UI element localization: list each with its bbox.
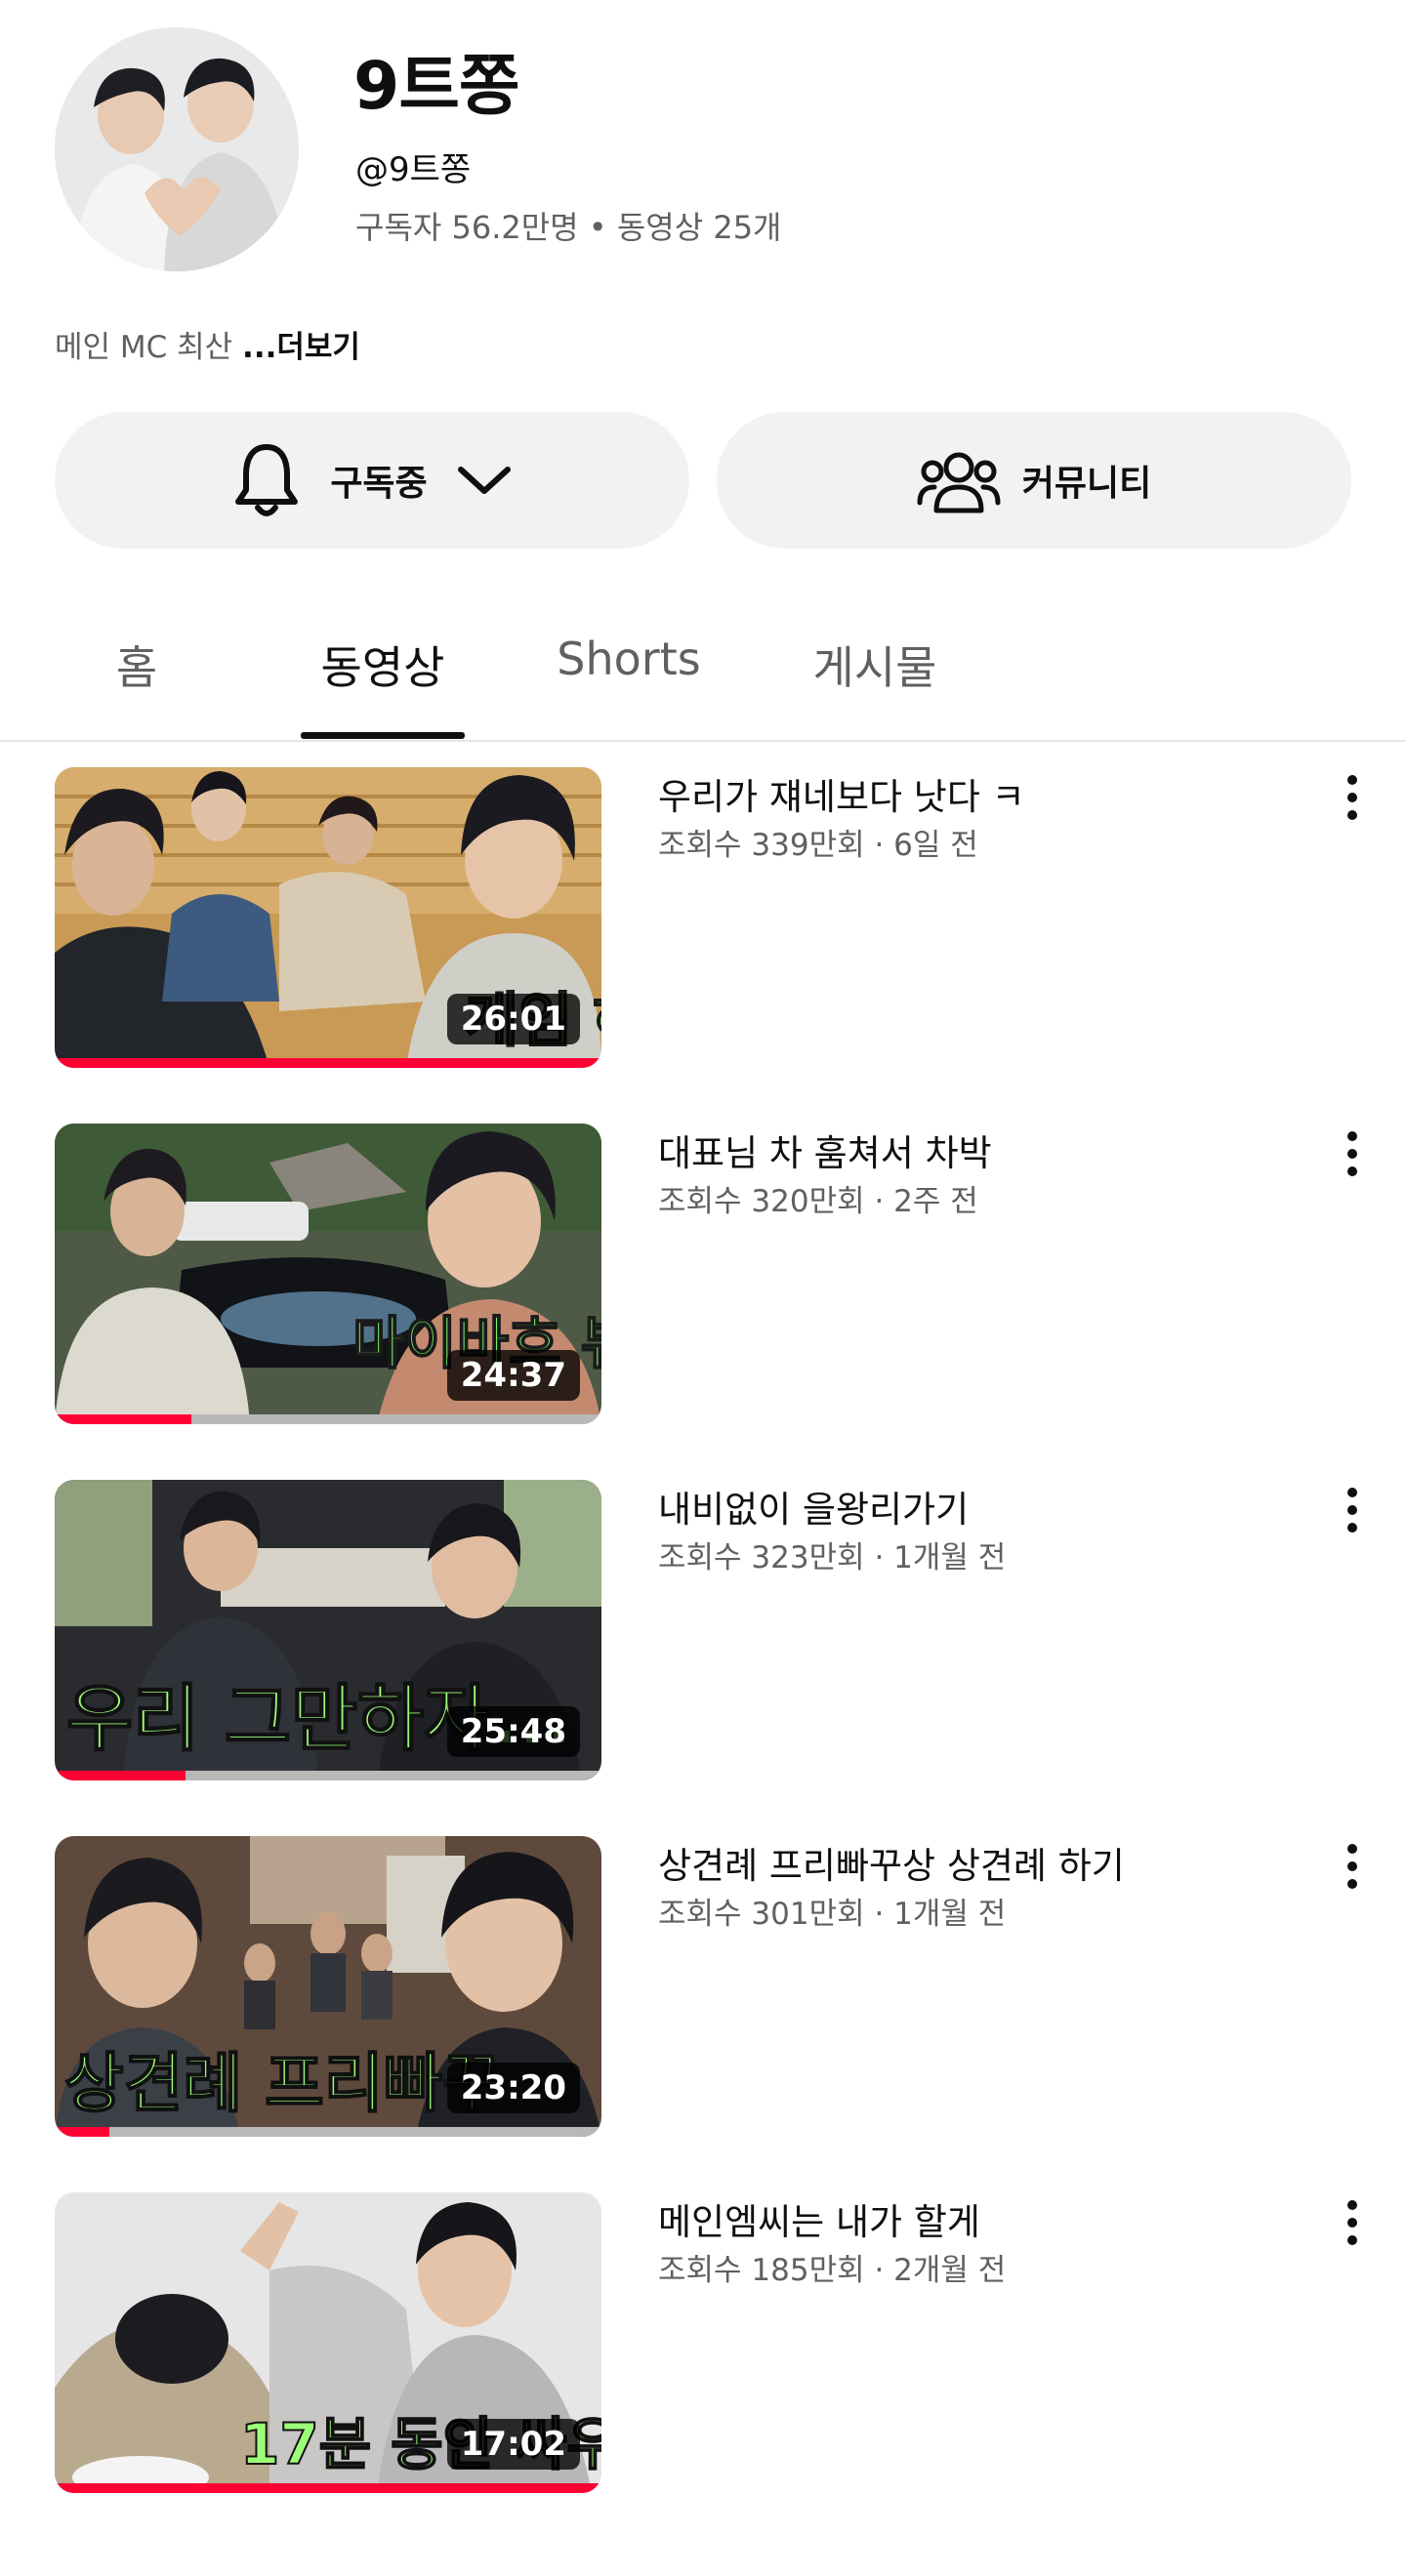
- video-meta: 조회수 185만회 · 2개월 전: [658, 2253, 1007, 2288]
- subscribed-button[interactable]: 구독중: [55, 412, 689, 549]
- video-item[interactable]: 17분 동안 싸우는 영상 17:02 메인엠씨는 내가 할게 조회수 185만…: [0, 2192, 1406, 2495]
- more-options-icon[interactable]: [1333, 1125, 1372, 1188]
- tab-shorts[interactable]: Shorts: [539, 633, 719, 685]
- video-title[interactable]: 메인엠씨는 내가 할게: [658, 2192, 980, 2245]
- video-duration: 23:20: [446, 2063, 580, 2113]
- video-title[interactable]: 상견례 프리빠꾸상 상견례 하기: [658, 1836, 1125, 1889]
- channel-avatar[interactable]: [55, 27, 299, 271]
- bell-icon: [232, 441, 301, 519]
- video-meta: 조회수 323만회 · 1개월 전: [658, 1540, 1007, 1575]
- watch-progress-fill: [55, 1058, 601, 1068]
- video-thumbnail[interactable]: 마이바흐 뷰 24:37: [55, 1124, 601, 1424]
- channel-description[interactable]: 메인 MC 최산 ...더보기: [55, 322, 360, 366]
- video-title[interactable]: 우리가 쟤네보다 낫다 ㅋ: [658, 767, 1025, 820]
- channel-stats: 구독자 56.2만명 • 동영상 25개: [355, 209, 782, 246]
- people-icon: [917, 446, 1001, 514]
- video-duration: 25:48: [446, 1706, 580, 1757]
- watch-progress-track: [55, 1414, 601, 1424]
- video-duration: 17:02: [446, 2419, 580, 2470]
- more-options-icon[interactable]: [1333, 769, 1372, 832]
- channel-header: 9트쫑 @9트쫑 구독자 56.2만명 • 동영상 25개 메인 MC 최산 .…: [0, 0, 1406, 390]
- channel-name: 9트쫑: [353, 48, 519, 125]
- tab-posts[interactable]: 게시물: [787, 633, 963, 697]
- video-item[interactable]: 우리 그만하자... 25:48 내비없이 을왕리가기 조회수 323만회 · …: [0, 1480, 1406, 1782]
- more-options-icon[interactable]: [1333, 2194, 1372, 2257]
- watch-progress-fill: [55, 1771, 186, 1780]
- channel-handle: @9트쫑: [355, 150, 472, 189]
- video-duration: 24:37: [446, 1350, 580, 1401]
- watch-progress-track: [55, 1058, 601, 1068]
- video-item[interactable]: 상견례 프리빠꾸 23:20 상견례 프리빠꾸상 상견례 하기 조회수 301만…: [0, 1836, 1406, 2139]
- active-tab-indicator: [301, 732, 465, 739]
- tab-home[interactable]: 홈: [88, 633, 186, 697]
- watch-progress-track: [55, 2127, 601, 2137]
- video-meta: 조회수 339만회 · 6일 전: [658, 828, 978, 863]
- channel-tabs: 홈 동영상 Shorts 게시물: [0, 595, 1406, 742]
- community-button[interactable]: 커뮤니티: [717, 412, 1351, 549]
- description-more-link[interactable]: ...더보기: [242, 330, 360, 365]
- community-label: 커뮤니티: [1021, 464, 1152, 504]
- video-thumbnail[interactable]: 게임 하 26:01: [55, 767, 601, 1068]
- video-thumbnail[interactable]: 우리 그만하자... 25:48: [55, 1480, 601, 1780]
- watch-progress-fill: [55, 2483, 601, 2493]
- video-title[interactable]: 대표님 차 훔쳐서 차박: [658, 1124, 992, 1176]
- video-item[interactable]: 게임 하 26:01 우리가 쟤네보다 낫다 ㅋ 조회수 339만회 · 6일 …: [0, 767, 1406, 1070]
- tab-videos[interactable]: 동영상: [295, 633, 471, 697]
- watch-progress-fill: [55, 2127, 109, 2137]
- watch-progress-fill: [55, 1414, 191, 1424]
- watch-progress-track: [55, 2483, 601, 2493]
- svg-text:상견례 프리빠꾸: 상견례 프리빠꾸: [64, 2046, 502, 2121]
- video-thumbnail[interactable]: 상견례 프리빠꾸 23:20: [55, 1836, 601, 2137]
- video-item[interactable]: 마이바흐 뷰 24:37 대표님 차 훔쳐서 차박 조회수 320만회 · 2주…: [0, 1124, 1406, 1426]
- video-meta: 조회수 301만회 · 1개월 전: [658, 1897, 1007, 1932]
- watch-progress-track: [55, 1771, 601, 1780]
- video-meta: 조회수 320만회 · 2주 전: [658, 1184, 978, 1219]
- video-title[interactable]: 내비없이 을왕리가기: [658, 1480, 969, 1533]
- chevron-down-icon: [457, 464, 512, 497]
- description-text: 메인 MC 최산: [55, 330, 243, 365]
- video-thumbnail[interactable]: 17분 동안 싸우는 영상 17:02: [55, 2192, 601, 2493]
- more-options-icon[interactable]: [1333, 1838, 1372, 1901]
- more-options-icon[interactable]: [1333, 1482, 1372, 1544]
- video-duration: 26:01: [446, 994, 580, 1044]
- subscribe-label: 구독중: [330, 464, 428, 504]
